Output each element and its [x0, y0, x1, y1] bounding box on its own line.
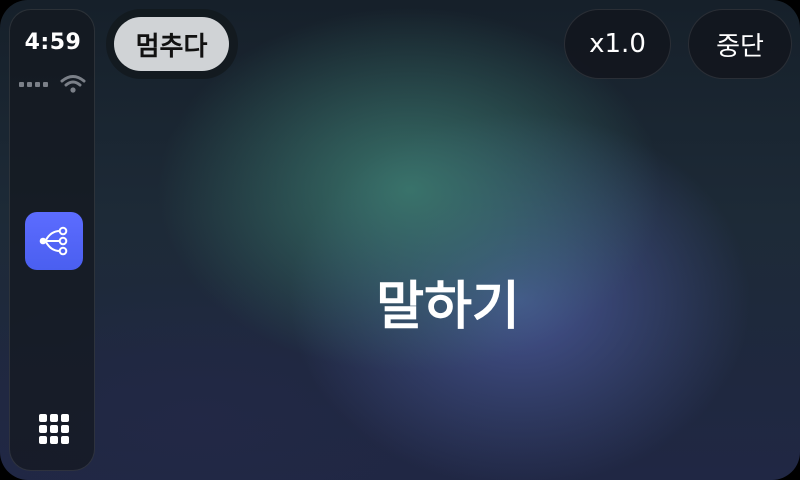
app-grid-icon[interactable] [39, 414, 69, 444]
status-time: 4:59 [24, 30, 82, 55]
pause-button[interactable]: 멈추다 [114, 17, 229, 71]
sidebar: 4:59 [9, 9, 95, 471]
share-nodes-glyph [39, 226, 68, 256]
carplay-screen: 4:59 멈추다 x1.0 중단 말하기 [0, 0, 800, 480]
pause-button-container: 멈추다 [106, 9, 238, 79]
cellular-signal-icon [19, 82, 48, 87]
speed-button[interactable]: x1.0 [564, 9, 671, 79]
speaking-status-label: 말하기 [376, 277, 520, 337]
wifi-icon [60, 75, 86, 93]
stop-button[interactable]: 중단 [688, 9, 792, 79]
share-nodes-icon[interactable] [25, 212, 83, 270]
